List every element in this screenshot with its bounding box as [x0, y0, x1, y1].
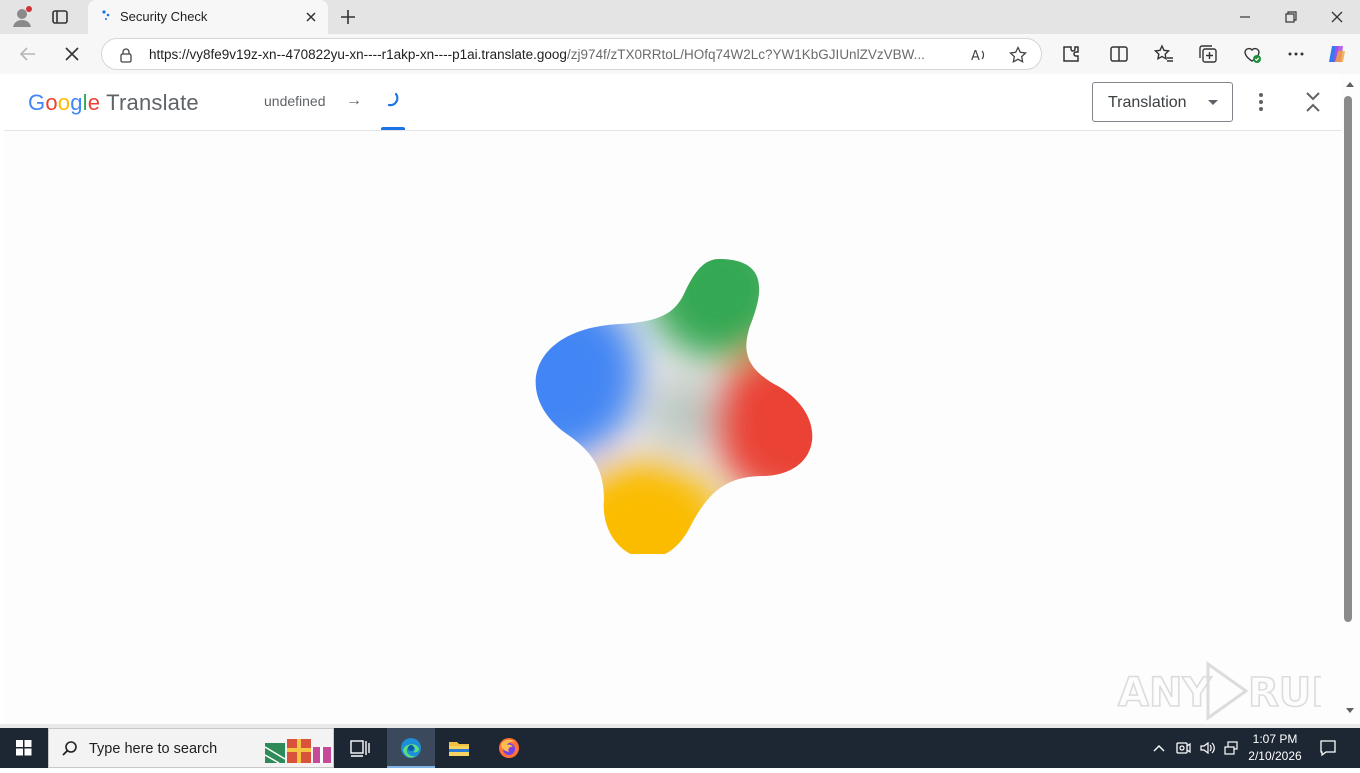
target-language-loading-spinner-icon[interactable] — [381, 88, 405, 112]
close-window-icon[interactable] — [1327, 7, 1347, 27]
taskbar-file-explorer[interactable] — [435, 728, 483, 768]
search-icon — [61, 740, 79, 758]
svg-text:ANY: ANY — [1118, 670, 1212, 716]
taskbar-search-box[interactable]: Type here to search — [48, 728, 334, 768]
search-highlight-gifts-icon — [263, 733, 333, 765]
browser-toolbar: https://vy8fe9v19z-xn--470822yu-xn----r1… — [0, 34, 1360, 74]
taskbar-firefox[interactable] — [485, 728, 533, 768]
folder-icon — [447, 736, 471, 760]
taskbar-edge-app[interactable] — [387, 728, 435, 768]
tab-security-check[interactable]: Security Check — [88, 0, 328, 34]
site-info-icon[interactable] — [118, 47, 134, 63]
copilot-icon[interactable] — [1326, 43, 1348, 65]
url-text[interactable]: https://vy8fe9v19z-xn--470822yu-xn----r1… — [149, 47, 959, 62]
svg-text:A: A — [971, 49, 980, 64]
page-content: GoogleTranslate undefined → Translation — [4, 74, 1346, 726]
view-mode-selected: Translation — [1108, 94, 1187, 111]
logo-word: Translate — [106, 90, 199, 115]
minimize-icon[interactable] — [1235, 7, 1255, 27]
browser-titlebar: Security Check — [0, 0, 1360, 34]
tab-actions-icon[interactable] — [50, 7, 70, 27]
volume-icon[interactable] — [1199, 740, 1215, 756]
meet-now-icon[interactable] — [1175, 740, 1191, 756]
clock-time: 1:07 PM — [1252, 732, 1298, 746]
loading-favicon-icon — [100, 9, 116, 25]
split-screen-icon[interactable] — [1108, 43, 1130, 65]
svg-text:RUN: RUN — [1248, 670, 1321, 716]
search-placeholder: Type here to search — [89, 741, 218, 757]
google-translate-logo[interactable]: Google Translate — [28, 90, 199, 116]
scroll-thumb[interactable] — [1344, 96, 1352, 622]
logo-letter: G — [28, 90, 46, 115]
logo-letter: o — [57, 90, 71, 115]
clock-date: 2/10/2026 — [1248, 749, 1302, 763]
page-scrollbar[interactable] — [1341, 74, 1360, 724]
view-mode-select[interactable]: Translation — [1092, 82, 1233, 122]
stop-loading-icon[interactable] — [61, 43, 83, 65]
address-bar[interactable]: https://vy8fe9v19z-xn--470822yu-xn----r1… — [101, 38, 1042, 70]
profile-avatar-icon[interactable] — [10, 5, 34, 29]
more-options-icon[interactable] — [1249, 90, 1273, 114]
network-icon[interactable] — [1223, 740, 1239, 756]
firefox-icon — [497, 736, 521, 760]
taskbar-clock[interactable]: 1:07 PM 2/10/2026 — [1244, 731, 1306, 765]
translate-header: Google Translate undefined → Translation — [4, 74, 1341, 131]
favorite-star-icon[interactable] — [1008, 45, 1028, 65]
back-arrow-icon[interactable] — [17, 43, 39, 65]
collapse-toolbar-icon[interactable] — [1301, 90, 1325, 114]
settings-more-icon[interactable] — [1285, 43, 1307, 65]
task-view-button[interactable] — [336, 728, 384, 768]
logo-letter: o — [45, 90, 58, 115]
tab-title: Security Check — [120, 9, 208, 24]
read-aloud-icon[interactable]: A — [969, 45, 989, 65]
browser-essentials-icon[interactable] — [1241, 43, 1263, 65]
url-host: https://vy8fe9v19z-xn--470822yu-xn----r1… — [149, 47, 567, 62]
windows-taskbar: Type here to search 1:07 PM 2/10/2026 — [0, 728, 1360, 768]
task-view-icon — [348, 736, 372, 760]
restore-icon[interactable] — [1281, 7, 1301, 27]
anyrun-watermark: ANY RUN — [1116, 656, 1346, 726]
edge-browser-icon — [399, 736, 423, 760]
scroll-up-arrow-icon[interactable] — [1346, 82, 1354, 87]
language-arrow: → — [346, 92, 362, 109]
collections-icon[interactable] — [1197, 43, 1219, 65]
tab-close-icon[interactable] — [302, 8, 320, 26]
start-button[interactable] — [0, 728, 48, 768]
url-path: /zj974f/zTX0RRtoL/HOfq74W2Lc?YW1KbGJIUnl… — [566, 47, 925, 62]
show-hidden-icons-chevron-icon[interactable] — [1151, 740, 1167, 756]
source-language-tab[interactable]: undefined — [264, 93, 326, 109]
logo-letter: e — [87, 90, 101, 115]
notification-center-icon[interactable] — [1318, 738, 1338, 758]
dropdown-caret-icon — [1208, 100, 1218, 105]
active-tab-indicator — [381, 127, 405, 130]
logo-letter: g — [70, 90, 83, 115]
extensions-icon[interactable] — [1060, 43, 1082, 65]
new-tab-icon[interactable] — [338, 7, 358, 27]
favorites-icon[interactable] — [1153, 43, 1175, 65]
loading-animation-blob — [524, 254, 824, 559]
scroll-down-arrow-icon[interactable] — [1346, 708, 1354, 713]
